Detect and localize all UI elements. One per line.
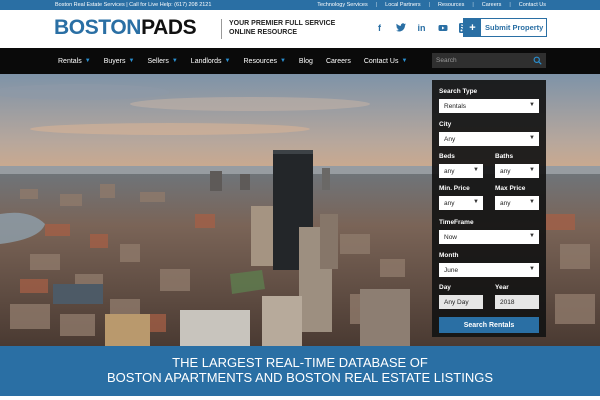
nav-item-sellers[interactable]: Sellers ▼: [147, 58, 177, 65]
site-logo[interactable]: BOSTON PADS: [54, 15, 197, 41]
chevron-down-icon: ▼: [473, 199, 479, 205]
nav-item-rentals[interactable]: Rentals ▼: [58, 58, 91, 65]
baths-value: any: [500, 167, 511, 175]
nav-item-careers[interactable]: Careers: [326, 58, 351, 65]
logo-divider: [221, 19, 222, 39]
nav-label: Sellers: [147, 57, 169, 65]
beds-select[interactable]: any ▼: [439, 164, 483, 178]
chevron-down-icon: ▼: [473, 167, 479, 173]
separator: |: [375, 1, 378, 8]
max-price-label: Max Price: [495, 185, 526, 192]
facebook-icon[interactable]: f: [374, 22, 385, 33]
separator: |: [428, 1, 431, 8]
day-label: Day: [439, 284, 451, 291]
min-price-label: Min. Price: [439, 185, 470, 192]
city-label: City: [439, 121, 452, 128]
year-value: 2018: [500, 298, 515, 306]
search-input[interactable]: [436, 57, 531, 64]
nav-item-blog[interactable]: Blog: [299, 58, 313, 65]
rental-search-panel: Search Type Rentals ▼ City Any ▼ Beds an…: [432, 80, 546, 337]
chevron-down-icon: ▼: [529, 102, 535, 108]
city-value: Any: [444, 135, 456, 143]
baths-select[interactable]: any ▼: [495, 164, 539, 178]
tagline-line-1: YOUR PREMIER FULL SERVICE: [229, 20, 336, 27]
hero-banner: THE LARGEST REAL-TIME DATABASE OF BOSTON…: [0, 346, 600, 396]
chevron-down-icon: ▼: [84, 58, 91, 64]
search-icon[interactable]: [533, 56, 542, 65]
submit-property-button[interactable]: + Submit Property: [463, 18, 547, 37]
submit-property-label: Submit Property: [485, 23, 544, 32]
contact-info-text: Boston Real Estate Services | Call for L…: [55, 1, 212, 8]
top-utility-bar: Boston Real Estate Services | Call for L…: [0, 0, 600, 10]
day-value: Any Day: [444, 298, 469, 306]
main-nav: Rentals ▼ Buyers ▼ Sellers ▼ Landlords ▼ Res…: [0, 48, 600, 74]
search-rentals-button[interactable]: Search Rentals: [439, 317, 539, 333]
timeframe-value: Now: [444, 233, 458, 241]
search-type-label: Search Type: [439, 88, 478, 95]
chevron-down-icon: ▼: [401, 58, 408, 64]
banner-headline-line-2: BOSTON APARTMENTS AND BOSTON REAL ESTATE…: [107, 370, 493, 385]
nav-label: Landlords: [190, 57, 222, 65]
chevron-down-icon: ▼: [529, 233, 535, 239]
year-label: Year: [495, 284, 509, 291]
nav-item-landlords[interactable]: Landlords ▼: [191, 58, 231, 65]
chevron-down-icon: ▼: [224, 58, 231, 64]
separator: |: [509, 1, 511, 8]
search-type-value: Rentals: [444, 102, 467, 110]
linkedin-icon[interactable]: in: [416, 22, 427, 33]
month-value: June: [444, 266, 459, 274]
link-contact-us[interactable]: Contact Us: [519, 2, 546, 8]
nav-label: Buyers: [103, 57, 126, 65]
social-links: f in: [374, 22, 469, 33]
logo-text-pads: PADS: [141, 16, 197, 39]
nav-label: Resources: [243, 57, 277, 65]
min-price-select[interactable]: any ▼: [439, 196, 483, 210]
search-type-select[interactable]: Rentals ▼: [439, 99, 539, 113]
nav-label: Contact Us: [363, 57, 399, 65]
nav-item-contact-us[interactable]: Contact Us ▼: [364, 58, 408, 65]
tagline: YOUR PREMIER FULL SERVICE ONLINE RESOURC…: [229, 19, 339, 37]
twitter-icon[interactable]: [395, 22, 406, 33]
chevron-down-icon: ▼: [128, 58, 135, 64]
timeframe-select[interactable]: Now ▼: [439, 230, 539, 244]
separator: |: [472, 1, 474, 8]
beds-value: any: [444, 167, 455, 175]
min-price-value: any: [444, 199, 455, 207]
banner-headline-line-1: THE LARGEST REAL-TIME DATABASE OF: [172, 355, 428, 370]
nav-label: Blog: [298, 57, 313, 65]
timeframe-label: TimeFrame: [439, 219, 474, 226]
nav-search-box: [432, 53, 546, 68]
beds-label: Beds: [439, 153, 455, 160]
nav-label: Careers: [325, 57, 351, 65]
nav-item-resources[interactable]: Resources ▼: [244, 58, 286, 65]
month-select[interactable]: June ▼: [439, 263, 539, 277]
link-resources[interactable]: Resources: [438, 2, 464, 8]
city-select[interactable]: Any ▼: [439, 132, 539, 146]
chevron-down-icon: ▼: [529, 167, 535, 173]
logo-text-boston: BOSTON: [54, 16, 142, 39]
max-price-value: any: [500, 199, 511, 207]
chevron-down-icon: ▼: [529, 135, 535, 141]
site-header: BOSTON PADS YOUR PREMIER FULL SERVICE ONL…: [0, 10, 600, 48]
chevron-down-icon: ▼: [171, 58, 178, 64]
year-input[interactable]: 2018: [495, 295, 539, 309]
max-price-select[interactable]: any ▼: [495, 196, 539, 210]
youtube-icon[interactable]: [437, 22, 448, 33]
month-label: Month: [439, 252, 459, 259]
day-input[interactable]: Any Day: [439, 295, 483, 309]
baths-label: Baths: [495, 153, 514, 160]
link-careers[interactable]: Careers: [482, 2, 502, 8]
tagline-line-2: ONLINE RESOURCE: [229, 29, 298, 36]
chevron-down-icon: ▼: [279, 58, 286, 64]
link-local-partners[interactable]: Local Partners: [385, 2, 420, 8]
utility-links: Technology Services | Local Partners | R…: [317, 2, 546, 8]
chevron-down-icon: ▼: [529, 199, 535, 205]
chevron-down-icon: ▼: [529, 266, 535, 272]
link-technology-services[interactable]: Technology Services: [317, 2, 367, 8]
nav-item-buyers[interactable]: Buyers ▼: [104, 58, 135, 65]
nav-label: Rentals: [58, 57, 82, 65]
plus-icon: +: [464, 19, 481, 36]
